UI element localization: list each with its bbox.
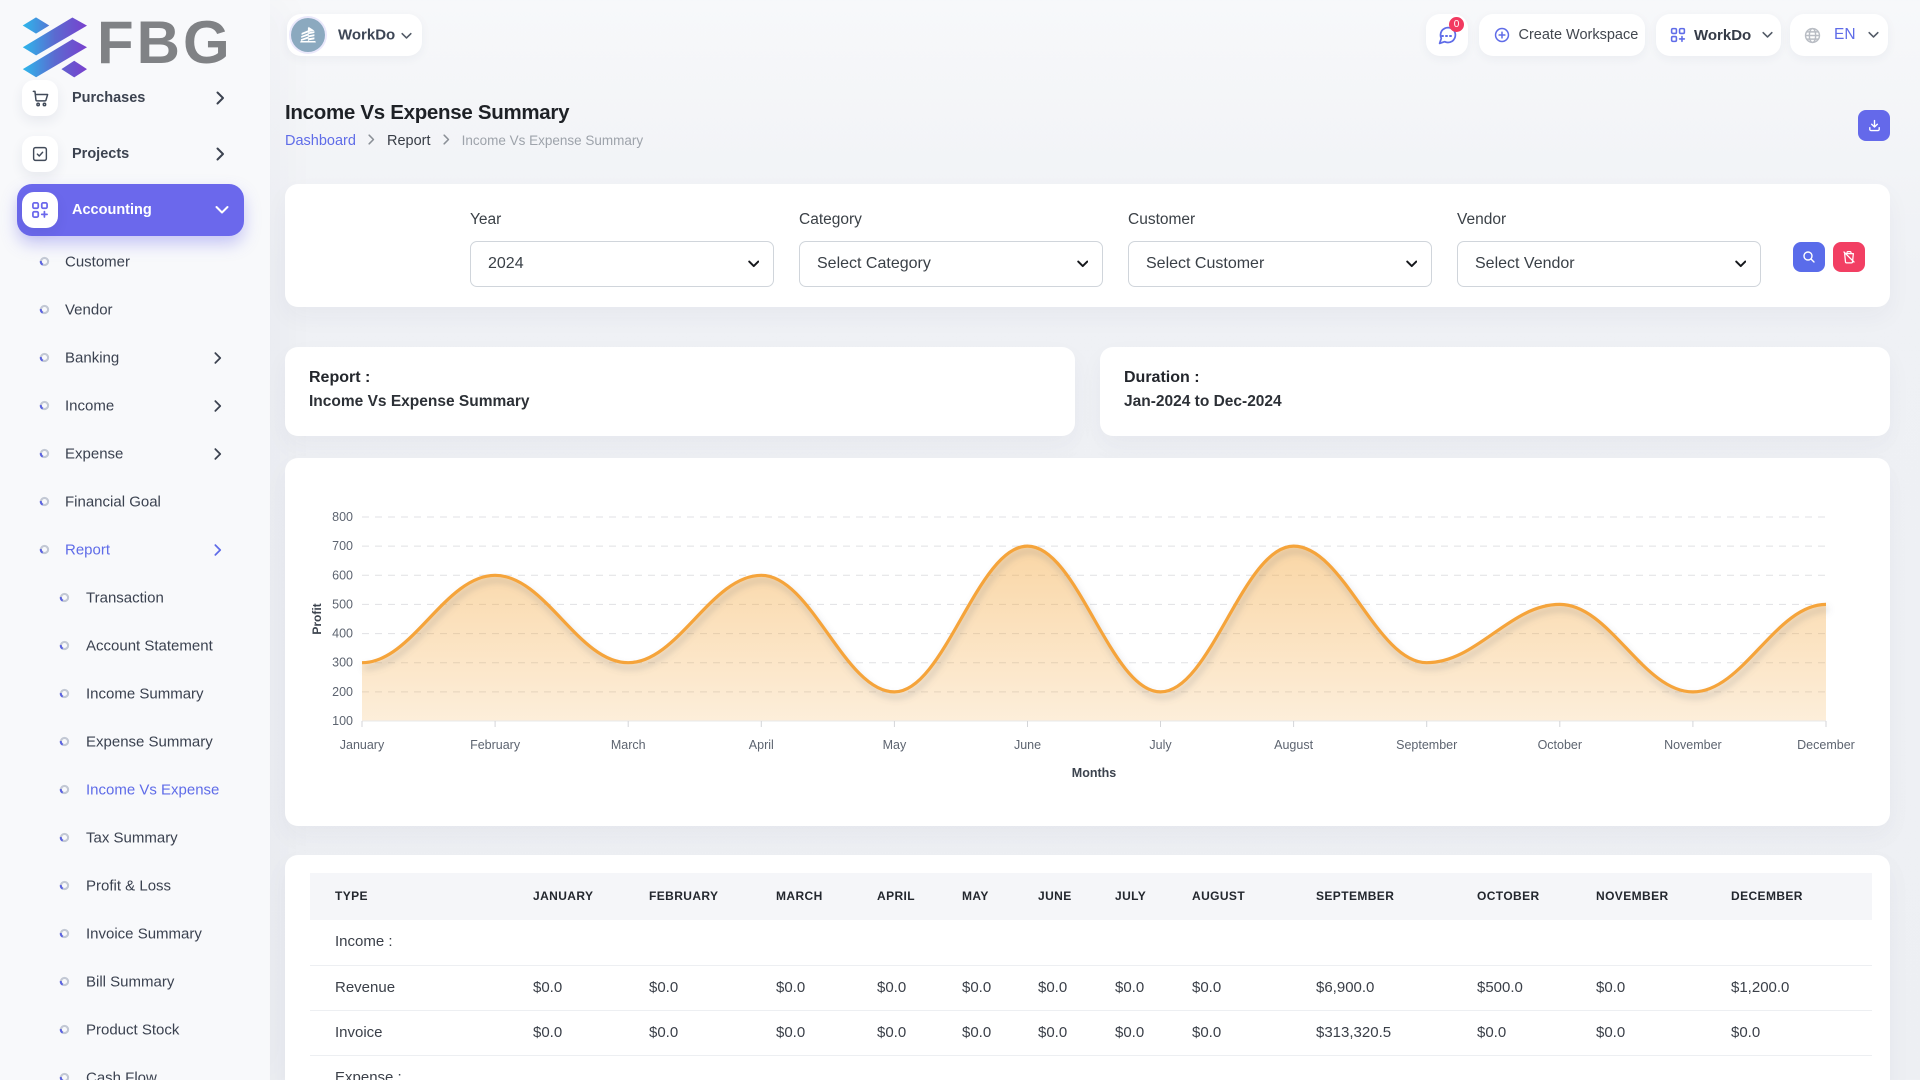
svg-text:June: June bbox=[1014, 738, 1041, 752]
svg-text:May: May bbox=[883, 738, 907, 752]
svg-text:300: 300 bbox=[332, 656, 353, 670]
svg-text:October: October bbox=[1538, 738, 1582, 752]
svg-text:Profit: Profit bbox=[310, 603, 324, 634]
svg-text:September: September bbox=[1396, 738, 1457, 752]
svg-text:August: August bbox=[1274, 738, 1313, 752]
svg-text:February: February bbox=[470, 738, 521, 752]
svg-text:100: 100 bbox=[332, 714, 353, 728]
svg-text:July: July bbox=[1149, 738, 1172, 752]
svg-text:April: April bbox=[749, 738, 774, 752]
svg-text:Months: Months bbox=[1072, 766, 1116, 780]
svg-text:700: 700 bbox=[332, 539, 353, 553]
svg-text:January: January bbox=[340, 738, 385, 752]
svg-text:800: 800 bbox=[332, 510, 353, 524]
svg-text:200: 200 bbox=[332, 685, 353, 699]
svg-text:500: 500 bbox=[332, 597, 353, 611]
svg-text:December: December bbox=[1797, 738, 1855, 752]
svg-text:November: November bbox=[1664, 738, 1722, 752]
svg-text:600: 600 bbox=[332, 568, 353, 582]
svg-text:400: 400 bbox=[332, 627, 353, 641]
svg-text:March: March bbox=[611, 738, 646, 752]
